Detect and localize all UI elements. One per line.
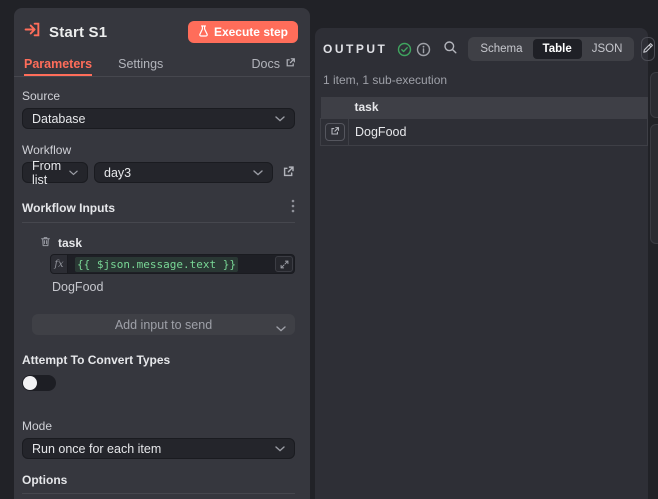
view-tab-schema[interactable]: Schema bbox=[470, 39, 532, 59]
add-input-button[interactable]: Add input to send bbox=[32, 314, 295, 335]
output-view-switch: Schema Table JSON bbox=[468, 37, 634, 61]
tab-settings[interactable]: Settings bbox=[118, 52, 163, 76]
node-title: Start S1 bbox=[49, 24, 107, 41]
mode-label: Mode bbox=[22, 419, 295, 433]
fx-icon: fx bbox=[51, 255, 68, 273]
source-label: Source bbox=[22, 89, 295, 103]
execute-step-button[interactable]: Execute step bbox=[188, 21, 298, 43]
mode-value: Run once for each item bbox=[32, 442, 161, 456]
edit-output-button[interactable] bbox=[641, 37, 655, 61]
section-divider bbox=[22, 493, 295, 494]
chevron-down-icon bbox=[253, 170, 263, 176]
execute-step-label: Execute step bbox=[214, 25, 288, 39]
source-value: Database bbox=[32, 112, 86, 126]
workflow-inputs-menu-button[interactable] bbox=[291, 199, 295, 216]
search-output-button[interactable] bbox=[443, 40, 458, 58]
open-expression-editor-button[interactable] bbox=[275, 256, 293, 272]
node-input-icon bbox=[24, 21, 41, 43]
external-link-icon bbox=[330, 124, 340, 139]
workflow-label: Workflow bbox=[22, 143, 295, 157]
workflow-name-select[interactable]: day3 bbox=[94, 162, 273, 183]
output-panel: OUTPUT bbox=[315, 28, 648, 499]
delete-input-button[interactable] bbox=[40, 235, 51, 250]
workflow-field: Workflow From list day3 bbox=[22, 143, 295, 183]
docs-link[interactable]: Docs bbox=[252, 52, 296, 76]
options-title: Options bbox=[22, 473, 67, 487]
convert-types-field: Attempt To Convert Types bbox=[22, 353, 295, 391]
source-field: Source Database bbox=[22, 89, 295, 129]
output-summary: 1 item, 1 sub-execution bbox=[315, 61, 648, 87]
workflow-mode-value: From list bbox=[32, 159, 69, 187]
chevron-down-icon bbox=[275, 116, 285, 122]
external-link-icon bbox=[282, 165, 295, 181]
convert-types-label: Attempt To Convert Types bbox=[22, 353, 295, 367]
workflow-inputs-title: Workflow Inputs bbox=[22, 201, 115, 215]
view-tab-json[interactable]: JSON bbox=[582, 39, 633, 59]
edge-fragment bbox=[650, 124, 658, 244]
expression-result-preview: DogFood bbox=[52, 280, 295, 294]
add-input-label: Add input to send bbox=[115, 318, 212, 332]
trash-icon bbox=[40, 235, 51, 250]
workflow-inputs-header: Workflow Inputs bbox=[22, 199, 295, 216]
expand-icon bbox=[280, 257, 289, 272]
open-workflow-button[interactable] bbox=[279, 165, 295, 181]
node-detail-view: Start S1 Execute step Parameters Setting… bbox=[0, 0, 658, 499]
mode-select[interactable]: Run once for each item bbox=[22, 438, 295, 459]
expression-input[interactable]: fx {{ $json.message.text }} bbox=[50, 254, 295, 274]
options-header: Options bbox=[22, 473, 295, 487]
node-tabs: Parameters Settings Docs bbox=[14, 52, 310, 77]
chevron-down-icon bbox=[275, 446, 285, 452]
flask-icon bbox=[198, 25, 209, 40]
node-header: Start S1 Execute step bbox=[14, 8, 310, 52]
mode-field: Mode Run once for each item bbox=[22, 419, 295, 459]
table-column-task: task bbox=[349, 97, 648, 118]
table-gutter-header bbox=[321, 97, 349, 118]
section-divider bbox=[22, 222, 295, 223]
expression-value[interactable]: {{ $json.message.text }} bbox=[68, 255, 274, 273]
parameters-body: Source Database Workflow From list bbox=[14, 77, 310, 499]
table-row: DogFood bbox=[321, 118, 648, 145]
workflow-input-item: task fx {{ $json.message.text }} DogFood bbox=[40, 235, 295, 294]
output-header: OUTPUT bbox=[315, 28, 648, 61]
workflow-name-value: day3 bbox=[104, 166, 131, 180]
open-item-button[interactable] bbox=[325, 123, 345, 141]
search-icon bbox=[443, 40, 458, 58]
docs-label: Docs bbox=[252, 57, 280, 71]
node-settings-panel: Start S1 Execute step Parameters Setting… bbox=[14, 8, 310, 499]
table-row-gutter bbox=[321, 118, 349, 145]
pencil-icon bbox=[642, 42, 654, 57]
table-cell-task: DogFood bbox=[349, 118, 648, 145]
chevron-down-icon bbox=[69, 170, 78, 176]
convert-types-toggle[interactable] bbox=[22, 375, 56, 391]
chevron-down-icon bbox=[276, 321, 286, 335]
table-header-row: task bbox=[321, 97, 648, 118]
edge-fragment bbox=[650, 72, 658, 118]
view-tab-table[interactable]: Table bbox=[533, 39, 582, 59]
external-link-icon bbox=[285, 57, 296, 71]
info-icon[interactable] bbox=[416, 42, 431, 57]
success-check-icon bbox=[397, 42, 412, 57]
output-title: OUTPUT bbox=[323, 42, 387, 56]
output-table: task Dog bbox=[320, 97, 648, 146]
workflow-mode-select[interactable]: From list bbox=[22, 162, 88, 183]
source-select[interactable]: Database bbox=[22, 108, 295, 129]
tab-parameters[interactable]: Parameters bbox=[24, 52, 92, 76]
input-name-label: task bbox=[58, 236, 82, 250]
toggle-knob bbox=[23, 376, 37, 390]
kebab-menu-icon bbox=[291, 199, 295, 216]
